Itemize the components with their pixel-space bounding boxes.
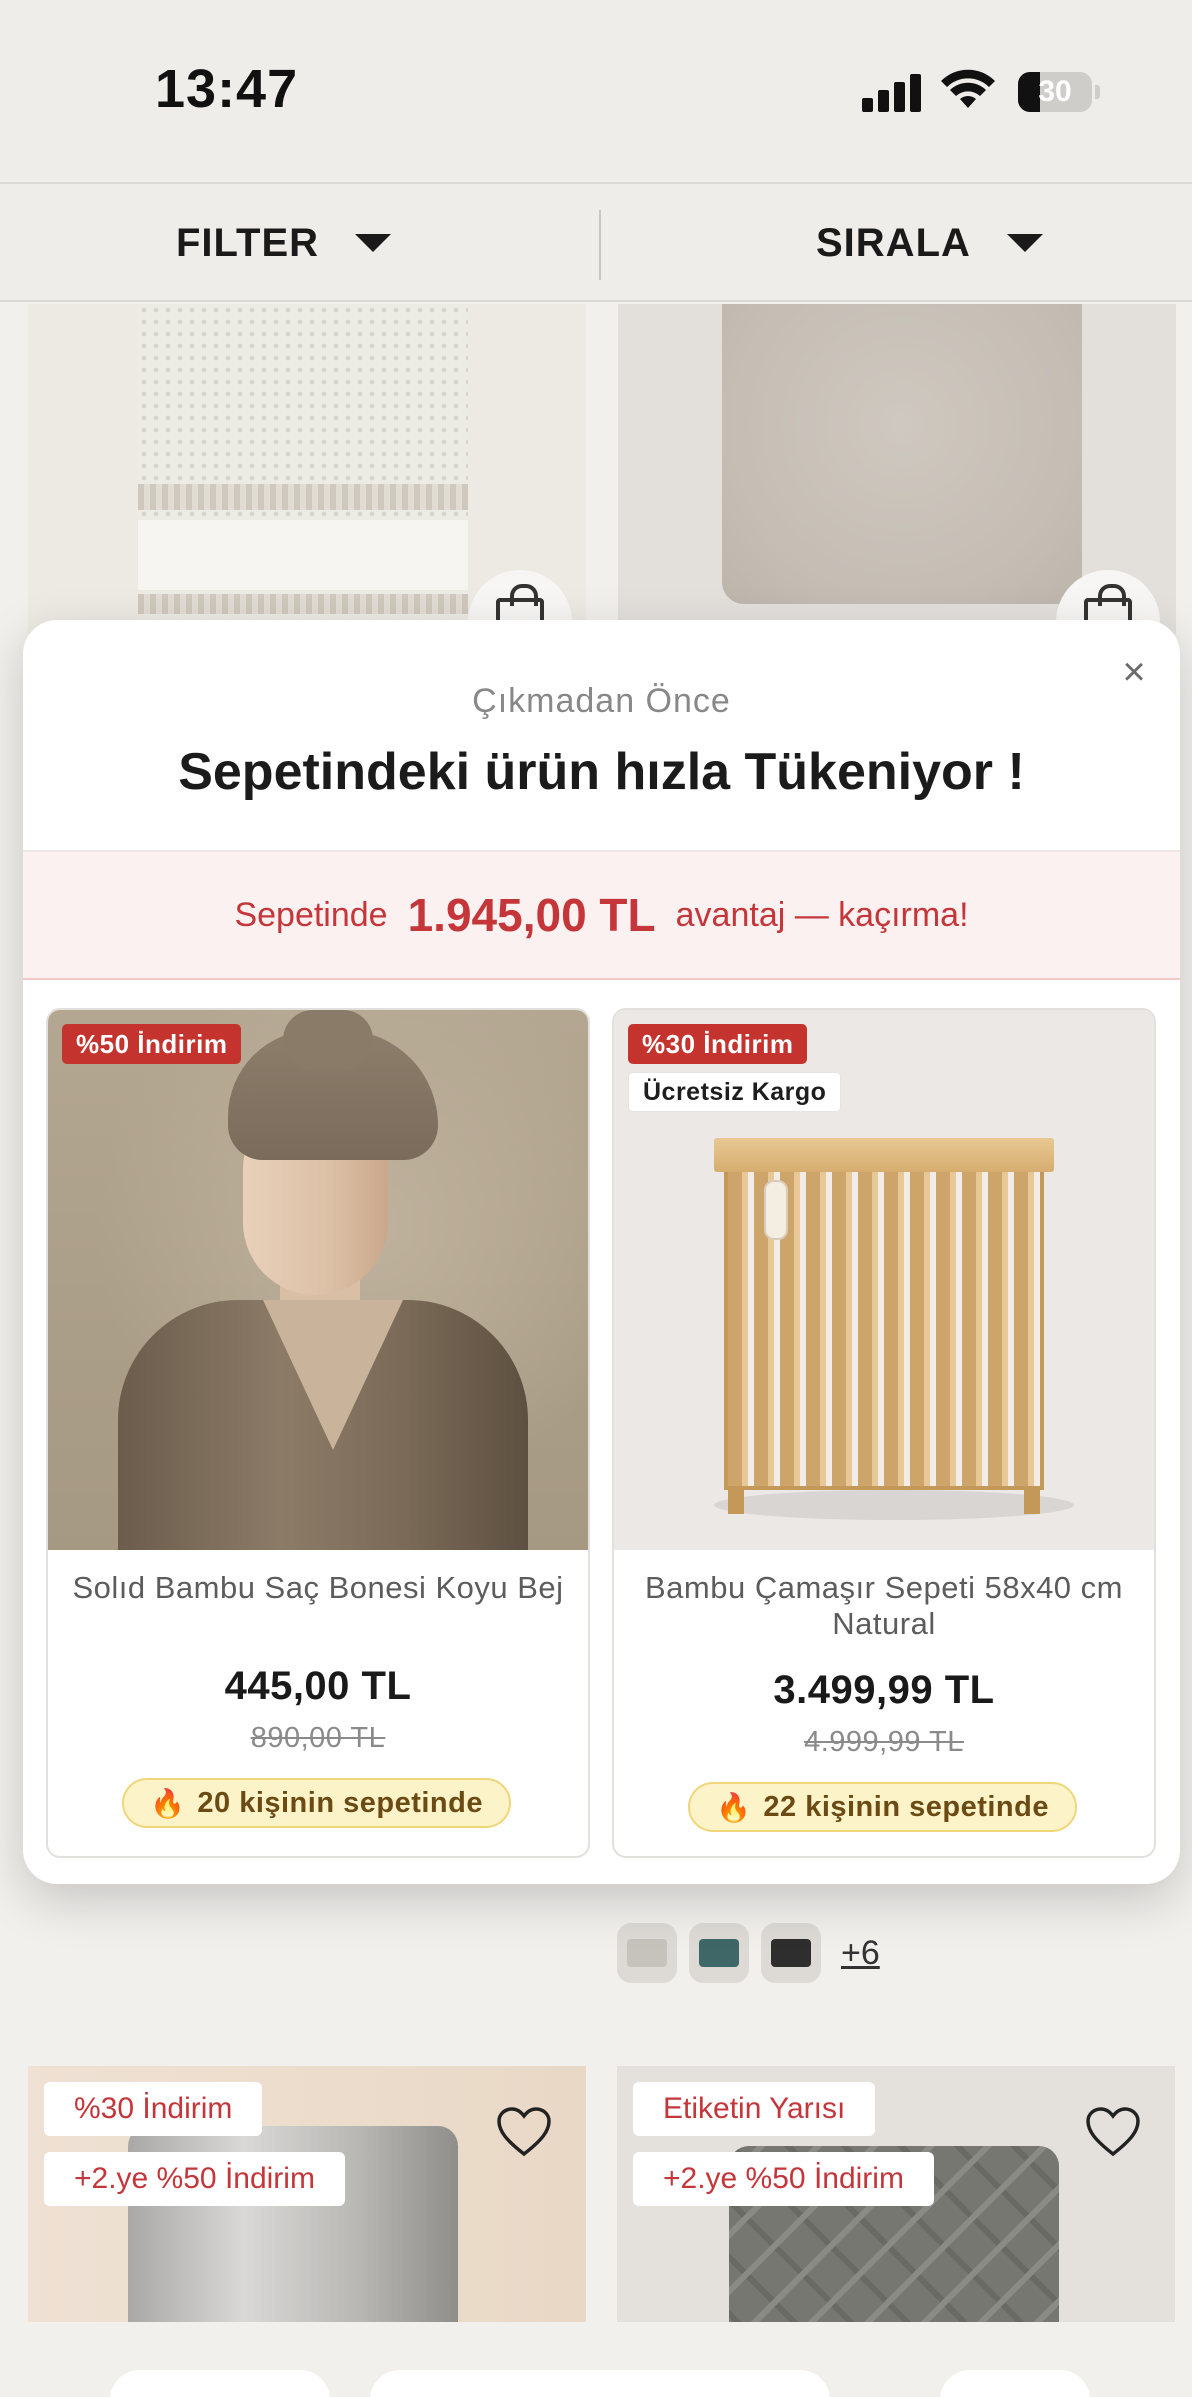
product-tile-trash-bin[interactable]: %30 İndirim +2.ye %50 İndirim (28, 2066, 586, 2322)
color-swatch[interactable] (761, 1923, 821, 1983)
savings-prefix: Sepetinde (234, 895, 388, 934)
cellular-signal-icon (862, 72, 924, 112)
fire-icon: 🔥 (716, 1791, 752, 1823)
bottom-nav-partial (0, 2330, 1192, 2397)
product-price: 3.499,99 TL (773, 1668, 995, 1712)
wifi-icon (941, 69, 995, 108)
product-listing-page: 13:47 30 FILTER SIRALA +6 %30 İndirim +2… (0, 0, 1192, 2397)
savings-amount: 1.945,00 TL (407, 889, 656, 941)
product-image-hair-towel[interactable]: %50 İndirim (48, 1010, 588, 1550)
battery-level: 30 (1038, 75, 1072, 108)
color-swatch[interactable] (617, 1923, 677, 1983)
filter-label: FILTER (176, 220, 320, 265)
color-swatches: +6 (617, 1923, 880, 1983)
multi-buy-tag: +2.ye %50 İndirim (44, 2152, 345, 2206)
fire-icon: 🔥 (150, 1787, 186, 1819)
caret-down-icon (355, 234, 392, 252)
caret-down-icon (1006, 234, 1043, 252)
status-time: 13:47 (155, 59, 299, 119)
filter-button[interactable]: FILTER (176, 184, 392, 302)
free-shipping-badge: Ücretsiz Kargo (628, 1072, 842, 1112)
product-old-price: 890,00 TL (250, 1722, 386, 1754)
popup-pre-title: Çıkmadan Önce (472, 682, 731, 720)
savings-banner: Sepetinde 1.945,00 TL avantaj — kaçırma! (23, 850, 1180, 980)
sort-label: SIRALA (816, 220, 971, 265)
cart-popularity-text: 22 kişinin sepetinde (763, 1790, 1049, 1823)
battery-icon: 30 (1018, 72, 1100, 112)
cart-popularity-badge: 🔥 20 kişinin sepetinde (122, 1778, 511, 1828)
status-bar: 13:47 30 (0, 0, 1192, 180)
discount-tag: Etiketin Yarısı (633, 2082, 876, 2136)
product-image-laundry-hamper[interactable]: %30 İndirim Ücretsiz Kargo (614, 1010, 1154, 1550)
cart-popularity-text: 20 kişinin sepetinde (197, 1786, 483, 1819)
filter-sort-bar: FILTER SIRALA (0, 182, 1192, 302)
multi-buy-tag: +2.ye %50 İndirim (633, 2152, 934, 2206)
cart-popularity-badge: 🔥 22 kişinin sepetinde (688, 1782, 1077, 1832)
product-name[interactable]: Solıd Bambu Saç Bonesi Koyu Bej (58, 1570, 578, 1606)
discount-tag: %30 İndirim (44, 2082, 263, 2136)
product-name[interactable]: Bambu Çamaşır Sepeti 58x40 cm Natural (624, 1570, 1144, 1642)
product-card[interactable]: %50 İndirim Solıd Bambu Saç Bonesi Koyu … (46, 1008, 590, 1858)
product-price: 445,00 TL (224, 1664, 412, 1708)
savings-suffix: avantaj — kaçırma! (675, 895, 969, 934)
divider (599, 210, 601, 280)
heart-icon[interactable] (496, 2106, 552, 2158)
popup-title: Sepetindeki ürün hızla Tükeniyor ! (178, 743, 1025, 801)
heart-icon[interactable] (1085, 2106, 1141, 2158)
discount-badge: %30 İndirim (628, 1024, 808, 1064)
sort-button[interactable]: SIRALA (816, 184, 1043, 302)
product-tile-grey-rug[interactable]: Etiketin Yarısı +2.ye %50 İndirim (617, 2066, 1175, 2322)
more-colors-link[interactable]: +6 (841, 1934, 880, 1973)
discount-badge: %50 İndirim (62, 1024, 242, 1064)
product-card[interactable]: %30 İndirim Ücretsiz Kargo Bambu Çamaşır… (612, 1008, 1156, 1858)
product-old-price: 4.999,99 TL (804, 1726, 964, 1758)
color-swatch[interactable] (689, 1923, 749, 1983)
exit-intent-popup: × Çıkmadan Önce Sepetindeki ürün hızla T… (23, 620, 1180, 1884)
